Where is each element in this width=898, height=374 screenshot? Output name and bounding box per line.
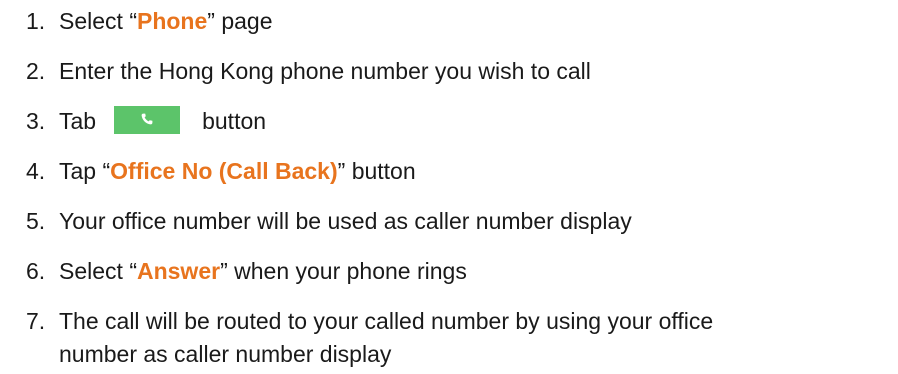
step-1: 1. Select “Phone” page xyxy=(26,6,272,36)
step-7: 7. The call will be routed to your called… xyxy=(26,306,713,336)
step-number: 2. xyxy=(26,58,46,84)
step-3: 3. Tab button xyxy=(26,105,267,136)
step-number: 4. xyxy=(26,158,46,184)
step-text: ” page xyxy=(207,8,273,34)
step-number: 7. xyxy=(26,308,46,334)
instruction-list: 1. Select “Phone” page 2. Enter the Hong K… xyxy=(0,0,898,374)
step-number: 5. xyxy=(26,208,46,234)
step-2: 2. Enter the Hong Kong phone number you w… xyxy=(26,56,591,86)
highlight-office-no: Office No (Call Back) xyxy=(110,158,338,184)
step-text: button xyxy=(202,108,267,134)
step-text: Enter the Hong Kong phone number you wis… xyxy=(59,58,591,84)
step-text: Your office number will be used as calle… xyxy=(59,208,632,234)
step-text: Tab xyxy=(59,108,97,134)
step-7-continuation: number as caller number display xyxy=(59,341,392,367)
highlight-phone: Phone xyxy=(136,8,208,34)
step-number: 6. xyxy=(26,258,46,284)
step-text: Select “ xyxy=(59,8,137,34)
step-text: Tap “ xyxy=(59,158,111,184)
step-6: 6. Select “Answer” when your phone rings xyxy=(26,256,467,286)
step-4: 4. Tap “Office No (Call Back)” button xyxy=(26,156,416,186)
step-5: 5. Your office number will be used as cal… xyxy=(26,206,632,236)
step-number: 1. xyxy=(26,8,46,34)
phone-handset-icon xyxy=(141,113,153,125)
step-number: 3. xyxy=(26,108,46,134)
step-text: ” button xyxy=(337,158,416,184)
step-text: ” when your phone rings xyxy=(220,258,467,284)
call-button-illustration xyxy=(114,105,181,134)
step-text: Select “ xyxy=(59,258,137,284)
highlight-answer: Answer xyxy=(136,258,221,284)
step-text: The call will be routed to your called n… xyxy=(59,308,714,334)
